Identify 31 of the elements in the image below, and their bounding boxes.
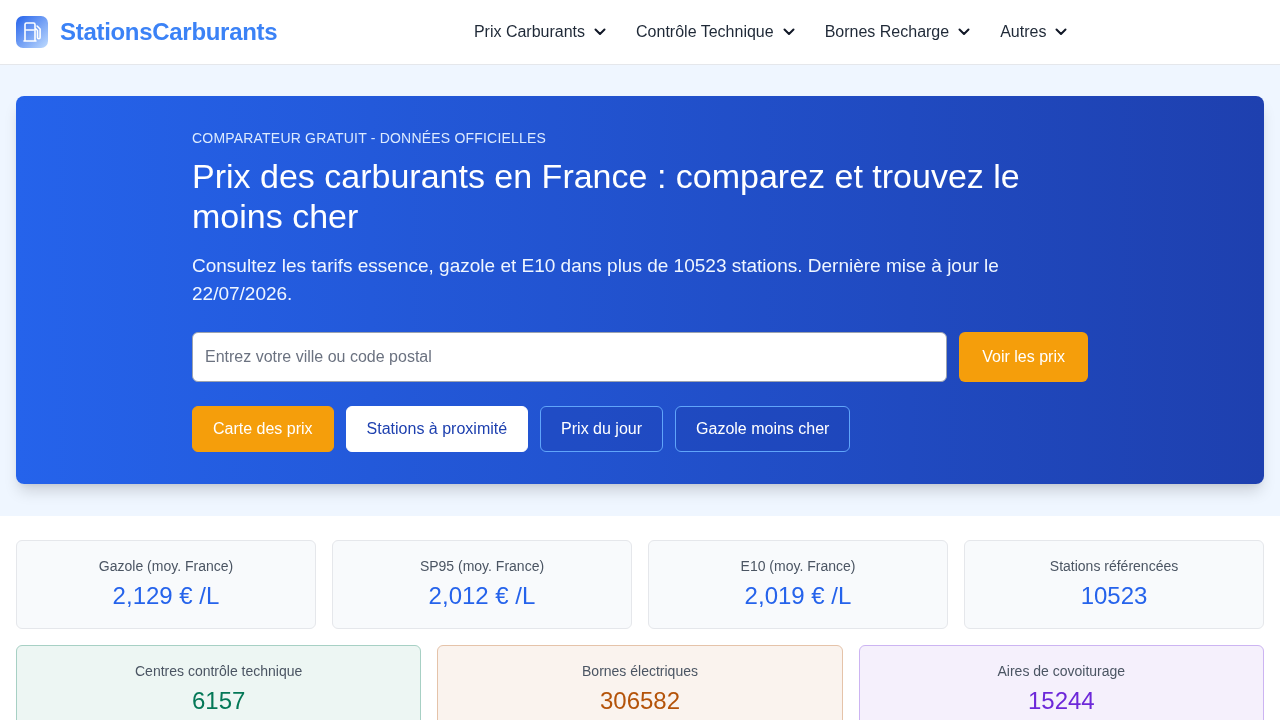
- quick-link-button[interactable]: Stations à proximité: [345, 406, 529, 452]
- stat-value: 2,012 € /L: [427, 581, 537, 611]
- hero-title: Prix des carburants en France : comparez et trouvez le moins cher: [192, 156, 1021, 236]
- stat-value: 306582: [598, 686, 682, 716]
- chevron-down-icon: [782, 28, 795, 36]
- nav-menu-item[interactable]: Contrôle Technique: [636, 23, 795, 41]
- hero-eyebrow: COMPARATEUR GRATUIT - DONNÉES OFFICIELLES: [192, 129, 548, 148]
- stat-label: Bornes électriques: [581, 662, 699, 681]
- site-logo-text[interactable]: StationsCarburants: [60, 18, 278, 46]
- quick-link-button[interactable]: Gazole moins cher: [675, 406, 851, 452]
- stat-label: E10 (moy. France): [739, 557, 857, 576]
- nav-menu-item[interactable]: Autres: [1000, 23, 1068, 41]
- chevron-down-icon: [1055, 28, 1068, 36]
- fuel-pump-icon: [16, 16, 48, 48]
- stat-label: Stations référencées: [1048, 557, 1180, 576]
- chevron-down-icon: [958, 28, 971, 36]
- stat-label: Gazole (moy. France): [97, 557, 235, 576]
- stat-value: 6157: [190, 686, 247, 716]
- stat-value: 2,019 € /L: [743, 581, 853, 611]
- chevron-down-icon: [594, 28, 607, 36]
- stat-value: 10523: [1079, 581, 1149, 611]
- stat-value: 15244: [1026, 686, 1096, 716]
- stat-value: 2,129 € /L: [111, 581, 221, 611]
- search-field[interactable]: Entrez votre ville ou code postal: [192, 332, 948, 382]
- quick-link-button[interactable]: Prix du jour: [540, 406, 664, 452]
- stat-label: Aires de covoiturage: [996, 662, 1127, 681]
- stat-label: SP95 (moy. France): [418, 557, 546, 576]
- nav-menu-item[interactable]: Prix Carburants: [473, 23, 607, 41]
- nav-menu-item[interactable]: Bornes Recharge: [824, 23, 971, 41]
- stat-label: Centres contrôle technique: [134, 662, 304, 681]
- hero-subtitle: Consultez les tarifs essence, gazole et E10 dans plus de 10523 stations. Dernière mise à jour le 22/07/2026.: [192, 254, 1000, 306]
